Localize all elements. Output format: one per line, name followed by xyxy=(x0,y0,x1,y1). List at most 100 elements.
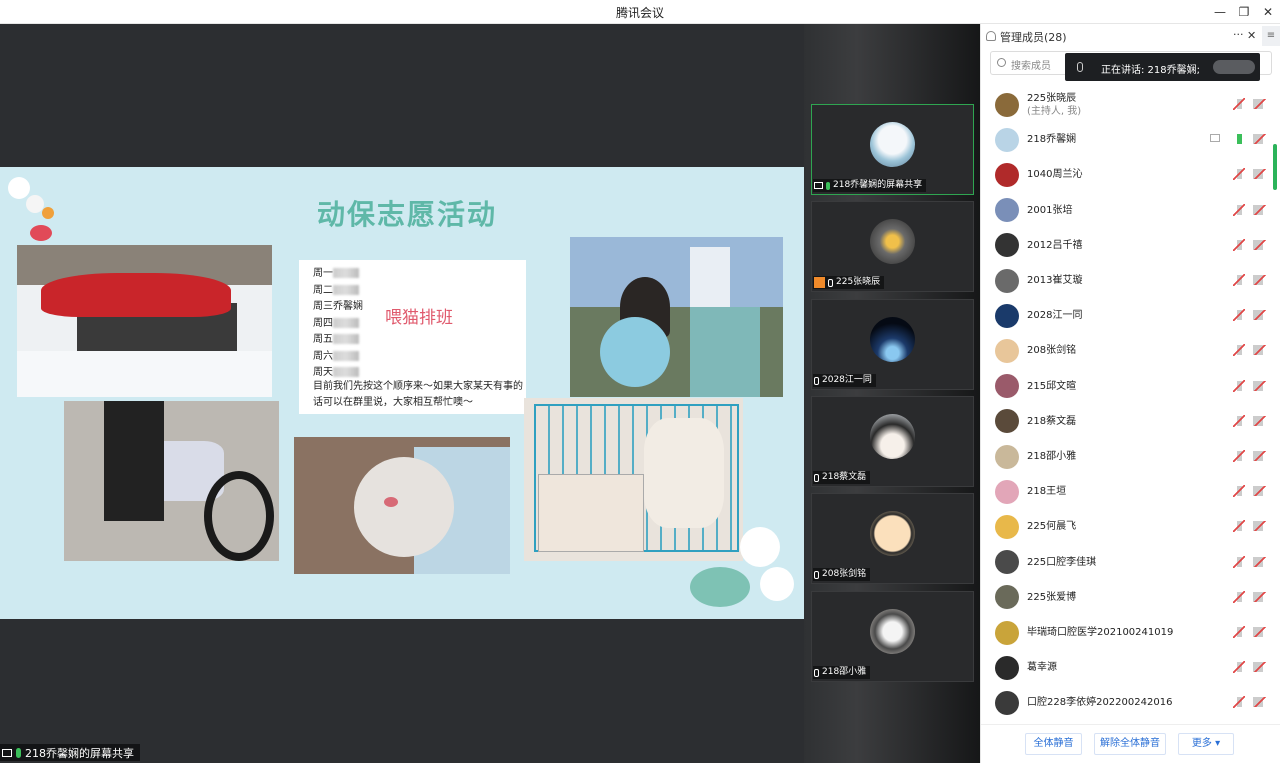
mic-on-icon[interactable] xyxy=(1233,133,1245,146)
member-row[interactable]: 225何晨飞 xyxy=(995,509,1275,544)
window-title: 腾讯会议 xyxy=(615,6,664,20)
mic-muted-icon[interactable] xyxy=(1233,309,1245,322)
mic-muted-icon[interactable] xyxy=(1233,98,1245,110)
speaker-avatar-blur xyxy=(1213,60,1255,74)
schedule-day: 周六 xyxy=(313,349,526,366)
mic-muted-icon xyxy=(814,376,819,385)
gallery-tile[interactable]: 225张晓辰 xyxy=(811,201,974,292)
member-name-text: 225何晨飞 xyxy=(1027,521,1077,533)
member-row[interactable]: 1040周兰沁 xyxy=(995,157,1275,192)
schedule-card: 周一 周二 周三乔馨娴 周四 周五 周六 周天 喂猫排班 目前我们先按这个顺序来… xyxy=(299,260,526,414)
member-row[interactable]: 218乔馨娴 xyxy=(995,122,1275,157)
mic-muted-icon[interactable] xyxy=(1233,379,1245,392)
list-icon[interactable]: ≡ xyxy=(1262,26,1280,46)
restore-button[interactable]: ❐ xyxy=(1233,2,1255,22)
mute-all-button[interactable]: 全体静音 xyxy=(1025,733,1082,755)
camera-off-icon[interactable] xyxy=(1253,380,1267,391)
camera-off-icon[interactable] xyxy=(1253,627,1267,637)
member-row[interactable]: 208张剑铭 xyxy=(995,333,1275,368)
user-icon xyxy=(986,31,996,41)
mic-muted-icon[interactable] xyxy=(1233,590,1245,603)
member-name: 毕瑞琦口腔医学202100241019 xyxy=(1027,626,1173,639)
presenter-label: 218乔馨娴的屏幕共享 xyxy=(0,744,140,761)
camera-off-icon[interactable] xyxy=(1253,451,1267,461)
avatar xyxy=(995,444,1019,469)
member-row[interactable]: 225口腔李佳琪 xyxy=(995,545,1275,580)
camera-off-icon[interactable] xyxy=(1253,134,1267,145)
member-row[interactable]: 2001张培 xyxy=(995,193,1275,228)
gallery-tile[interactable]: 208张剑铭 xyxy=(811,493,974,584)
member-row[interactable]: 225张晓辰 (主持人, 我) xyxy=(995,87,1275,122)
gallery-tile[interactable]: 218邵小雅 xyxy=(811,591,974,682)
camera-off-icon[interactable] xyxy=(1253,345,1267,356)
camera-off-icon[interactable] xyxy=(1253,275,1267,285)
more-button[interactable]: 更多 ▾ xyxy=(1178,733,1234,755)
schedule-day: 周二 xyxy=(313,283,526,300)
camera-off-icon[interactable] xyxy=(1253,521,1267,532)
member-name: 2012吕千禧 xyxy=(1027,239,1082,252)
mic-muted-icon[interactable] xyxy=(1233,168,1245,181)
member-name: 208张剑铭 xyxy=(1027,344,1076,357)
member-row[interactable]: 2013崔艾璇 xyxy=(995,263,1275,298)
member-row[interactable]: 葛幸源 xyxy=(995,650,1275,685)
member-name-text: 218乔馨娴 xyxy=(1027,134,1077,146)
mic-muted-icon[interactable] xyxy=(1233,626,1245,638)
member-name: 葛幸源 xyxy=(1027,661,1057,674)
camera-off-icon[interactable] xyxy=(1253,169,1267,180)
member-row[interactable]: 毕瑞琦口腔医学202100241019 xyxy=(995,615,1275,650)
speaking-text: 正在讲话: 218乔馨娴; xyxy=(1101,65,1201,76)
mic-muted-icon xyxy=(814,668,819,677)
member-row[interactable]: 215邱文暄 xyxy=(995,369,1275,404)
member-row[interactable]: 2012吕千禧 xyxy=(995,228,1275,263)
camera-off-icon[interactable] xyxy=(1253,204,1267,215)
mic-muted-icon[interactable] xyxy=(1233,485,1245,498)
camera-off-icon[interactable] xyxy=(1253,591,1267,602)
mic-muted-icon[interactable] xyxy=(1233,274,1245,286)
camera-off-icon[interactable] xyxy=(1253,415,1267,426)
camera-off-icon[interactable] xyxy=(1253,99,1267,109)
screen-share-icon xyxy=(1210,134,1220,143)
avatar xyxy=(995,655,1019,680)
gallery-tile[interactable]: 218乔馨娴的屏幕共享 xyxy=(811,104,974,195)
camera-off-icon[interactable] xyxy=(1253,239,1267,250)
member-row[interactable]: 218王垣 xyxy=(995,474,1275,509)
mic-muted-icon[interactable] xyxy=(1233,555,1245,568)
gallery-tile[interactable]: 2028江一同 xyxy=(811,299,974,390)
gallery-tile[interactable]: 218蔡文磊 xyxy=(811,396,974,487)
member-row[interactable]: 口腔228李依婷202200242016 xyxy=(995,685,1275,720)
mic-muted-icon[interactable] xyxy=(1233,414,1245,427)
scrollbar[interactable] xyxy=(1273,144,1277,190)
member-name-text: 225张晓辰 xyxy=(1027,92,1077,104)
mic-on-icon xyxy=(16,748,21,758)
minimize-button[interactable]: — xyxy=(1209,2,1231,22)
mic-muted-icon[interactable] xyxy=(1233,696,1245,709)
member-row[interactable]: 2028江一同 xyxy=(995,298,1275,333)
camera-off-icon[interactable] xyxy=(1253,486,1267,497)
member-row[interactable]: 225张爱博 xyxy=(995,580,1275,615)
camera-off-icon[interactable] xyxy=(1253,556,1267,567)
mic-muted-icon[interactable] xyxy=(1233,203,1245,216)
members-panel: 管理成员(28) ··· ✕ ≡ 搜索成员 正在讲话: 218乔馨娴; 225张… xyxy=(980,24,1280,763)
mic-muted-icon[interactable] xyxy=(1233,520,1245,533)
avatar xyxy=(995,127,1019,152)
avatar xyxy=(995,620,1019,645)
unmute-all-button[interactable]: 解除全体静音 xyxy=(1094,733,1166,755)
close-panel-button[interactable]: ✕ xyxy=(1247,29,1256,42)
mic-muted-icon[interactable] xyxy=(1233,450,1245,462)
screen-share-area[interactable]: 动保志愿活动 周一 周二 周三乔馨娴 周四 周五 周六 周天 喂猫排班 目前我们… xyxy=(0,24,804,763)
more-options-button[interactable]: ··· xyxy=(1233,28,1244,41)
member-row[interactable]: 218邵小雅 xyxy=(995,439,1275,474)
avatar xyxy=(870,609,915,654)
video-gallery: 218乔馨娴的屏幕共享 225张晓辰 2028江一同 218蔡文磊 208张剑铭 xyxy=(804,24,980,763)
close-button[interactable]: ✕ xyxy=(1257,2,1279,22)
camera-off-icon[interactable] xyxy=(1253,662,1267,673)
mic-muted-icon[interactable] xyxy=(1233,344,1245,357)
avatar xyxy=(870,219,915,264)
camera-off-icon[interactable] xyxy=(1253,310,1267,321)
member-name-text: 225口腔李佳琪 xyxy=(1027,556,1097,568)
camera-off-icon[interactable] xyxy=(1253,697,1267,708)
schedule-day: 周一 xyxy=(313,266,526,283)
mic-muted-icon[interactable] xyxy=(1233,238,1245,251)
mic-muted-icon[interactable] xyxy=(1233,661,1245,674)
member-row[interactable]: 218蔡文磊 xyxy=(995,404,1275,439)
